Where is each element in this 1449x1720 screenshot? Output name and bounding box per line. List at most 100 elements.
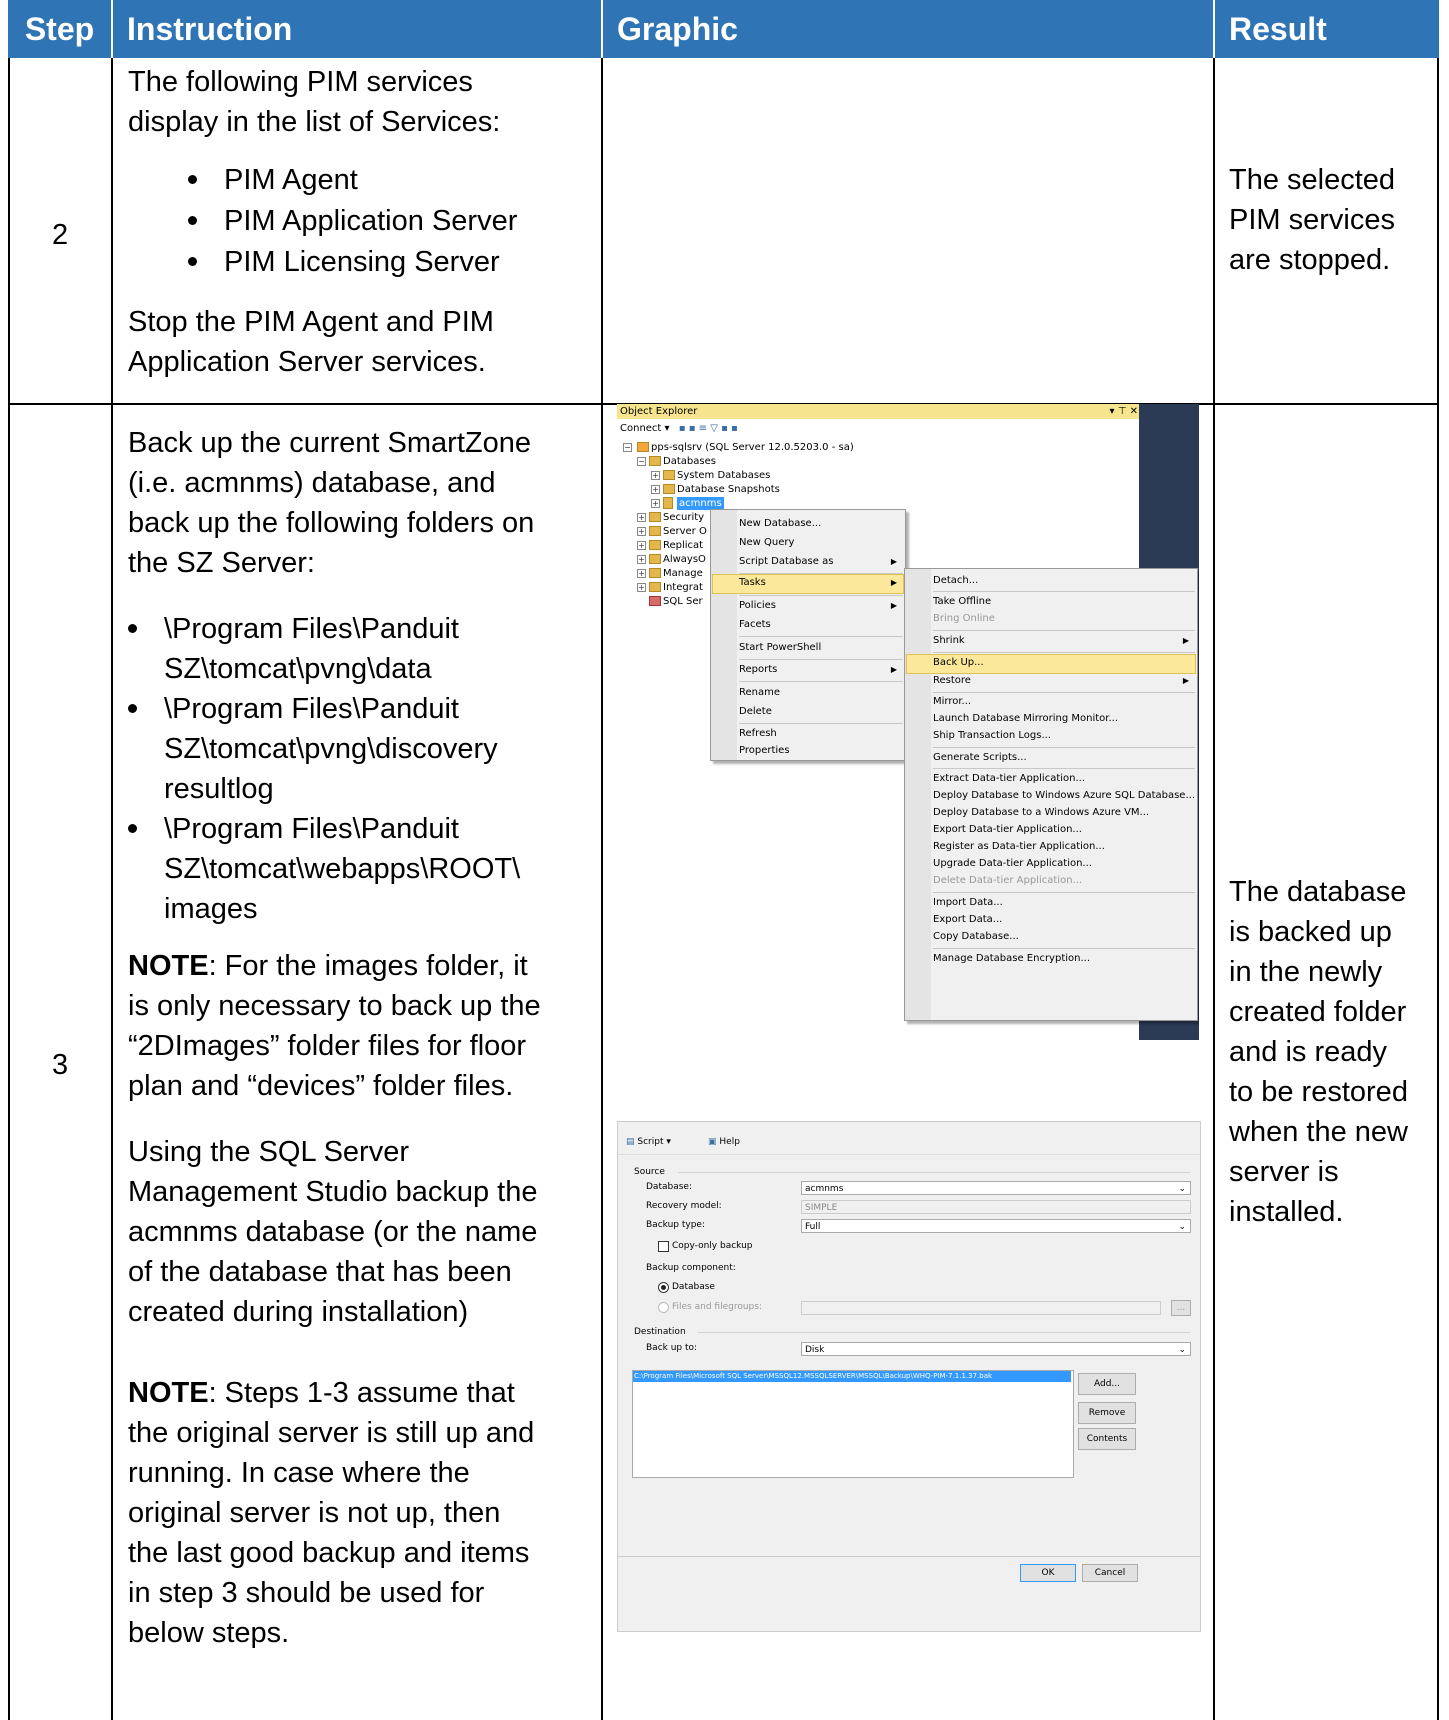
- backup-to-label: Back up to:: [646, 1343, 698, 1353]
- expand-icon[interactable]: +: [637, 555, 646, 564]
- backup-type-select[interactable]: Full ⌄: [801, 1219, 1191, 1233]
- submenu-arrow-icon: ▶: [1182, 636, 1189, 645]
- text-line: Management Studio backup the: [128, 1176, 538, 1208]
- menu-separator: [933, 652, 1195, 653]
- radio-database[interactable]: [658, 1282, 669, 1293]
- menu-item[interactable]: Manage Database Encryption...: [933, 950, 1090, 968]
- tree-item[interactable]: Manage: [663, 567, 703, 580]
- menu-item[interactable]: Script Database as: [739, 553, 833, 571]
- ok-button[interactable]: OK: [1020, 1564, 1076, 1582]
- backup-type-label: Backup type:: [646, 1220, 705, 1230]
- menu-item[interactable]: Refresh: [739, 725, 777, 743]
- row3-step: 3: [52, 1049, 69, 1081]
- text-line: \Program Files\Panduit: [164, 813, 459, 845]
- row2-result: The selected PIM services are stopped.: [1229, 160, 1395, 280]
- menu-item[interactable]: Facets: [739, 616, 771, 634]
- menu-item[interactable]: New Query: [739, 534, 794, 552]
- menu-item-tasks[interactable]: Tasks: [739, 574, 766, 592]
- menu-item[interactable]: Delete: [739, 703, 772, 721]
- copy-only-checkbox[interactable]: [658, 1241, 669, 1252]
- tree-item[interactable]: Database Snapshots: [677, 483, 780, 496]
- menu-item[interactable]: Policies: [739, 597, 776, 615]
- backup-to-select[interactable]: Disk ⌄: [801, 1342, 1191, 1356]
- collapse-icon[interactable]: −: [637, 457, 646, 466]
- menu-item[interactable]: New Database...: [739, 515, 821, 533]
- menu-separator: [739, 636, 903, 637]
- expand-icon[interactable]: +: [637, 541, 646, 550]
- script-button[interactable]: ▤ Script ▾: [626, 1136, 671, 1148]
- help-button[interactable]: ▣ Help: [708, 1136, 740, 1148]
- tree-item[interactable]: Server O: [663, 525, 707, 538]
- menu-item[interactable]: Deploy Database to a Windows Azure VM...: [933, 804, 1149, 822]
- add-button[interactable]: Add...: [1078, 1373, 1136, 1395]
- menu-item-back-up[interactable]: Back Up...: [933, 654, 984, 672]
- text-line: created during installation): [128, 1296, 469, 1328]
- menu-item[interactable]: Properties: [739, 742, 790, 760]
- remove-button[interactable]: Remove: [1078, 1402, 1136, 1424]
- menu-item[interactable]: Launch Database Mirroring Monitor...: [933, 710, 1118, 728]
- expand-icon[interactable]: +: [637, 569, 646, 578]
- menu-item[interactable]: Ship Transaction Logs...: [933, 727, 1051, 745]
- menu-item[interactable]: Detach...: [933, 572, 978, 590]
- row3-note2: NOTE: Steps 1-3 assume that the original…: [128, 1373, 534, 1653]
- recovery-label: Recovery model:: [646, 1201, 722, 1211]
- text-line: SZ\tomcat\webapps\ROOT\: [164, 853, 521, 885]
- expand-icon[interactable]: +: [651, 499, 660, 508]
- expand-icon[interactable]: +: [637, 527, 646, 536]
- tree-server[interactable]: pps-sqlsrv (SQL Server 12.0.5203.0 - sa): [651, 441, 854, 454]
- row3-result: The database is backed up in the newly c…: [1229, 872, 1408, 1232]
- header-step: Step: [8, 0, 111, 58]
- text-line: SZ\tomcat\pvng\data: [164, 653, 432, 685]
- menu-item[interactable]: Register as Data-tier Application...: [933, 838, 1105, 856]
- collapse-icon[interactable]: −: [623, 443, 632, 452]
- tree-item[interactable]: SQL Ser: [663, 595, 703, 608]
- menu-item[interactable]: Export Data...: [933, 911, 1002, 929]
- radio-files[interactable]: [658, 1302, 669, 1313]
- menu-item[interactable]: Import Data...: [933, 894, 1003, 912]
- menu-item[interactable]: Shrink: [933, 632, 965, 650]
- tree-item[interactable]: Integrat: [663, 581, 703, 594]
- tree-item[interactable]: Security: [663, 511, 704, 524]
- header-instruction: Instruction: [113, 0, 601, 58]
- tree-item[interactable]: AlwaysO: [663, 553, 706, 566]
- menu-item[interactable]: Take Offline: [933, 593, 991, 611]
- menu-item[interactable]: Reports: [739, 661, 777, 679]
- destination-list[interactable]: C:\Program Files\Microsoft SQL Server\MS…: [632, 1370, 1074, 1478]
- menu-item[interactable]: Export Data-tier Application...: [933, 821, 1082, 839]
- contents-button[interactable]: Contents: [1078, 1428, 1136, 1450]
- menu-item[interactable]: Copy Database...: [933, 928, 1019, 946]
- menu-item[interactable]: Mirror...: [933, 693, 971, 711]
- cancel-button[interactable]: Cancel: [1082, 1564, 1138, 1582]
- backup-dialog-screenshot: ▤ Script ▾ ▣ Help Source Database: acmnm…: [617, 1121, 1201, 1632]
- section-destination: Destination: [634, 1327, 686, 1337]
- tree-item[interactable]: Replicat: [663, 539, 703, 552]
- menu-item[interactable]: Rename: [739, 684, 780, 702]
- tree-item[interactable]: System Databases: [677, 469, 770, 482]
- folder-icon: [649, 554, 661, 564]
- divider: [618, 1556, 1200, 1557]
- destination-path[interactable]: C:\Program Files\Microsoft SQL Server\MS…: [633, 1371, 1071, 1382]
- database-label: Database:: [646, 1182, 692, 1192]
- database-select[interactable]: acmnms ⌄: [801, 1181, 1191, 1195]
- menu-item[interactable]: Deploy Database to Windows Azure SQL Dat…: [933, 787, 1195, 805]
- database-icon: [663, 497, 673, 509]
- server-icon: [637, 442, 649, 452]
- menu-item[interactable]: Generate Scripts...: [933, 749, 1027, 767]
- text-line: SZ\tomcat\pvng\discovery: [164, 733, 498, 765]
- group-line: [678, 1172, 1190, 1173]
- note-label: NOTE: [128, 1377, 209, 1409]
- expand-icon[interactable]: +: [651, 471, 660, 480]
- tree-item[interactable]: Databases: [663, 455, 716, 468]
- menu-item[interactable]: Upgrade Data-tier Application...: [933, 855, 1092, 873]
- expand-icon[interactable]: +: [637, 583, 646, 592]
- menu-item[interactable]: Restore: [933, 672, 971, 690]
- menu-item[interactable]: Extract Data-tier Application...: [933, 770, 1085, 788]
- text-line: \Program Files\Panduit: [164, 613, 459, 645]
- expand-icon[interactable]: +: [651, 485, 660, 494]
- text-line: of the database that has been: [128, 1256, 512, 1288]
- menu-item[interactable]: Start PowerShell: [739, 639, 821, 657]
- connect-button[interactable]: Connect ▾: [620, 423, 670, 434]
- menu-separator: [739, 659, 903, 660]
- expand-icon[interactable]: +: [637, 513, 646, 522]
- text-line: The following PIM services: [128, 66, 473, 98]
